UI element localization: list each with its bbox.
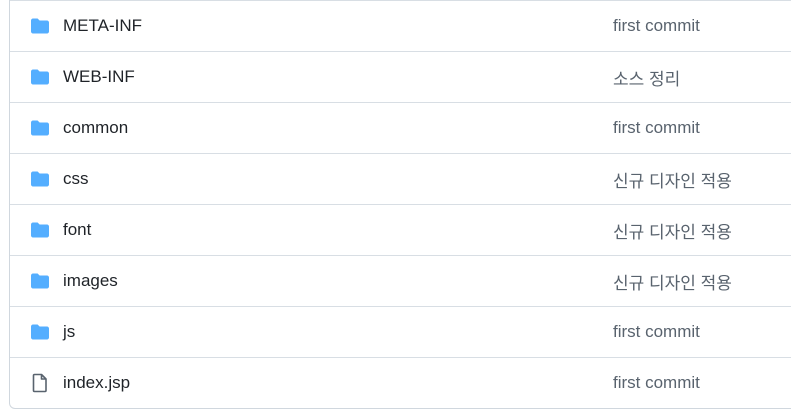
file-name-link[interactable]: WEB-INF [63, 67, 135, 87]
file-name-link[interactable]: font [63, 220, 91, 240]
folder-icon [30, 271, 50, 291]
file-row-js[interactable]: js first commit [10, 306, 791, 357]
commit-message-link[interactable]: first commit [613, 322, 700, 342]
file-name-link[interactable]: js [63, 322, 75, 342]
commit-message-link[interactable]: first commit [613, 118, 700, 138]
file-row-meta-inf[interactable]: META-INF first commit [10, 0, 791, 51]
file-name-link[interactable]: common [63, 118, 128, 138]
file-row-index-jsp[interactable]: index.jsp first commit [10, 357, 791, 408]
file-row-font[interactable]: font 신규 디자인 적용 [10, 204, 791, 255]
commit-message-link[interactable]: 신규 디자인 적용 [613, 269, 732, 294]
commit-message-link[interactable]: first commit [613, 373, 700, 393]
commit-message-link[interactable]: 소스 정리 [613, 65, 680, 90]
file-name-link[interactable]: images [63, 271, 118, 291]
folder-icon [30, 118, 50, 138]
commit-message-link[interactable]: 신규 디자인 적용 [613, 218, 732, 243]
file-row-common[interactable]: common first commit [10, 102, 791, 153]
file-row-web-inf[interactable]: WEB-INF 소스 정리 [10, 51, 791, 102]
folder-icon [30, 220, 50, 240]
commit-message-link[interactable]: 신규 디자인 적용 [613, 167, 732, 192]
file-name-link[interactable]: META-INF [63, 16, 142, 36]
folder-icon [30, 169, 50, 189]
folder-icon [30, 16, 50, 36]
file-name-link[interactable]: css [63, 169, 89, 189]
commit-message-link[interactable]: first commit [613, 16, 700, 36]
file-row-css[interactable]: css 신규 디자인 적용 [10, 153, 791, 204]
folder-icon [30, 67, 50, 87]
folder-icon [30, 322, 50, 342]
file-row-images[interactable]: images 신규 디자인 적용 [10, 255, 791, 306]
file-icon [30, 373, 50, 393]
file-name-link[interactable]: index.jsp [63, 373, 130, 393]
file-list: META-INF first commit WEB-INF 소스 정리 comm… [9, 0, 791, 409]
